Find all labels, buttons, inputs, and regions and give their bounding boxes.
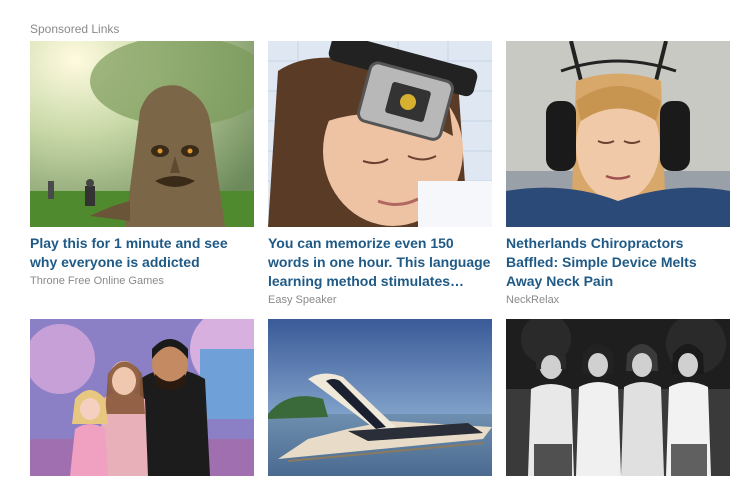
tree-face-illustration [30, 41, 254, 227]
card-1-title-link[interactable]: Play this for 1 minute and see why every… [30, 234, 254, 272]
sleeping-woman-illustration [268, 41, 492, 227]
card-3-title-link[interactable]: Netherlands Chiropractors Baffled: Simpl… [506, 234, 730, 291]
card-4-image[interactable] [30, 319, 254, 476]
sponsored-card-2[interactable]: You can memorize even 150 words in one h… [268, 41, 492, 306]
card-6-image[interactable] [506, 319, 730, 476]
card-3-source[interactable]: NeckRelax [506, 294, 730, 306]
sponsored-links-widget: Sponsored Links Play this for 1 minute a… [0, 0, 750, 492]
card-2-image[interactable] [268, 41, 492, 227]
card-3-image[interactable] [506, 41, 730, 227]
virtual-family-illustration [30, 319, 254, 476]
sponsored-card-3[interactable]: Netherlands Chiropractors Baffled: Simpl… [506, 41, 730, 306]
card-5-image[interactable] [268, 319, 492, 476]
neck-device-illustration [506, 41, 730, 227]
sponsored-card-5[interactable] [268, 319, 492, 476]
card-1-source[interactable]: Throne Free Online Games [30, 275, 254, 287]
yacht-illustration [268, 319, 492, 476]
sponsored-card-4[interactable] [30, 319, 254, 476]
sponsored-links-header: Sponsored Links [30, 22, 120, 36]
sponsored-card-1[interactable]: Play this for 1 minute and see why every… [30, 41, 254, 287]
sponsored-card-6[interactable] [506, 319, 730, 476]
four-women-illustration [506, 319, 730, 476]
card-1-image[interactable] [30, 41, 254, 227]
card-2-source[interactable]: Easy Speaker [268, 294, 492, 306]
card-2-title-link[interactable]: You can memorize even 150 words in one h… [268, 234, 492, 291]
